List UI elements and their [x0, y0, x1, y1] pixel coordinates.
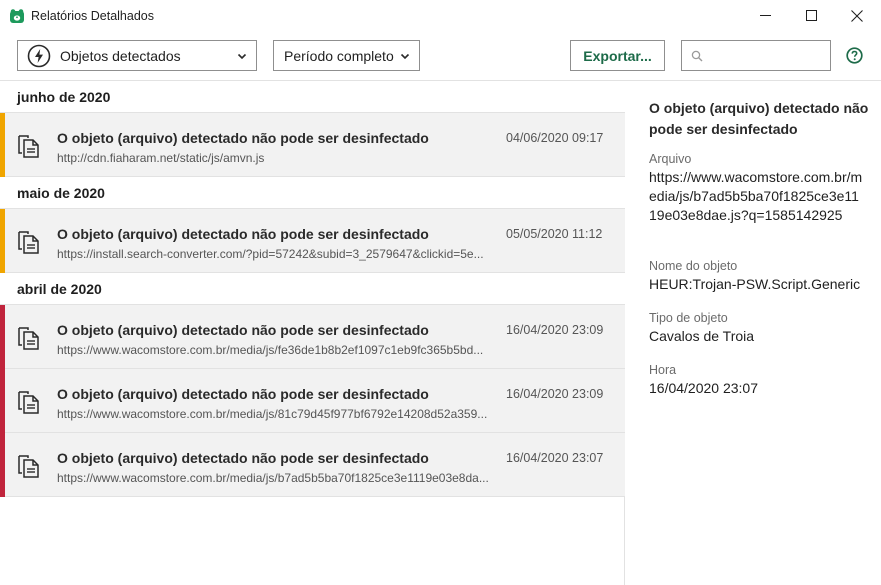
document-copy-icon — [18, 135, 39, 158]
search-box[interactable] — [681, 40, 831, 71]
close-button[interactable] — [834, 0, 880, 31]
item-title: O objeto (arquivo) detectado não pode se… — [57, 386, 429, 402]
event-list: junho de 2020 O objeto (arquivo) detecta… — [0, 81, 625, 585]
list-item[interactable]: O objeto (arquivo) detectado não pode se… — [0, 369, 625, 433]
item-url: https://www.wacomstore.com.br/media/js/8… — [57, 407, 488, 421]
chevron-down-icon — [237, 53, 247, 60]
severity-stripe-warning — [0, 209, 5, 273]
period-filter-label: Período completo — [284, 47, 394, 64]
file-value: https://www.wacomstore.com.br/media/js/b… — [649, 169, 863, 223]
time-value: 16/04/2020 23:07 — [649, 380, 758, 396]
item-timestamp: 04/06/2020 09:17 — [506, 131, 604, 145]
details-title: O objeto (arquivo) detectado não pode se… — [649, 100, 869, 137]
list-item-selected[interactable]: O objeto (arquivo) detectado não pode se… — [0, 433, 625, 497]
period-filter-dropdown[interactable]: Período completo — [273, 40, 420, 71]
item-url: http://cdn.fiaharam.net/static/js/amvn.j… — [57, 151, 265, 165]
item-title: O objeto (arquivo) detectado não pode se… — [57, 226, 429, 242]
minimize-icon — [759, 15, 771, 16]
item-timestamp: 16/04/2020 23:09 — [506, 387, 604, 401]
minimize-button[interactable] — [742, 0, 788, 31]
title-bar: Relatórios Detalhados — [0, 0, 881, 31]
item-timestamp: 16/04/2020 23:09 — [506, 323, 604, 337]
details-pane: O objeto (arquivo) detectado não pode se… — [626, 81, 881, 585]
item-timestamp: 05/05/2020 11:12 — [506, 227, 603, 241]
document-copy-icon — [18, 231, 39, 254]
document-copy-icon — [18, 391, 39, 414]
maximize-button[interactable] — [788, 0, 834, 31]
item-title: O objeto (arquivo) detectado não pode se… — [57, 450, 429, 466]
chevron-down-icon — [400, 53, 410, 60]
list-item[interactable]: O objeto (arquivo) detectado não pode se… — [0, 209, 625, 273]
item-title: O objeto (arquivo) detectado não pode se… — [57, 130, 429, 146]
close-icon — [851, 9, 863, 22]
search-icon — [691, 50, 703, 62]
item-url: https://www.wacomstore.com.br/media/js/b… — [57, 471, 489, 485]
severity-stripe-warning — [0, 113, 5, 177]
group-header-june: junho de 2020 — [0, 81, 625, 113]
document-copy-icon — [18, 455, 39, 478]
object-name-value: HEUR:Trojan-PSW.Script.Generic — [649, 276, 861, 292]
item-url: https://www.wacomstore.com.br/media/js/f… — [57, 343, 484, 357]
severity-stripe-danger — [0, 433, 5, 497]
export-button[interactable]: Exportar... — [570, 40, 665, 71]
severity-stripe-danger — [0, 369, 5, 433]
list-item[interactable]: O objeto (arquivo) detectado não pode se… — [0, 113, 625, 177]
window-title: Relatórios Detalhados — [31, 8, 154, 23]
item-url: https://install.search-converter.com/?pi… — [57, 247, 484, 261]
object-type-value: Cavalos de Troia — [649, 328, 755, 344]
object-name-label: Nome do objeto — [649, 259, 738, 273]
lightning-bolt-icon — [27, 44, 51, 67]
list-item[interactable]: O objeto (arquivo) detectado não pode se… — [0, 305, 625, 369]
type-filter-dropdown[interactable]: Objetos detectados — [17, 40, 257, 71]
toolbar: Objetos detectados Período completo Expo… — [0, 31, 881, 81]
app-logo-icon — [10, 8, 24, 23]
help-icon[interactable] — [846, 47, 863, 64]
search-input[interactable] — [708, 45, 826, 66]
time-label: Hora — [649, 363, 677, 377]
severity-stripe-danger — [0, 305, 5, 369]
item-title: O objeto (arquivo) detectado não pode se… — [57, 322, 429, 338]
maximize-icon — [805, 10, 817, 21]
type-filter-label: Objetos detectados — [60, 47, 181, 64]
document-copy-icon — [18, 327, 39, 350]
object-type-label: Tipo de objeto — [649, 311, 728, 325]
item-timestamp: 16/04/2020 23:07 — [506, 451, 604, 465]
file-label: Arquivo — [649, 152, 692, 166]
group-header-april: abril de 2020 — [0, 273, 625, 305]
group-header-may: maio de 2020 — [0, 177, 625, 209]
